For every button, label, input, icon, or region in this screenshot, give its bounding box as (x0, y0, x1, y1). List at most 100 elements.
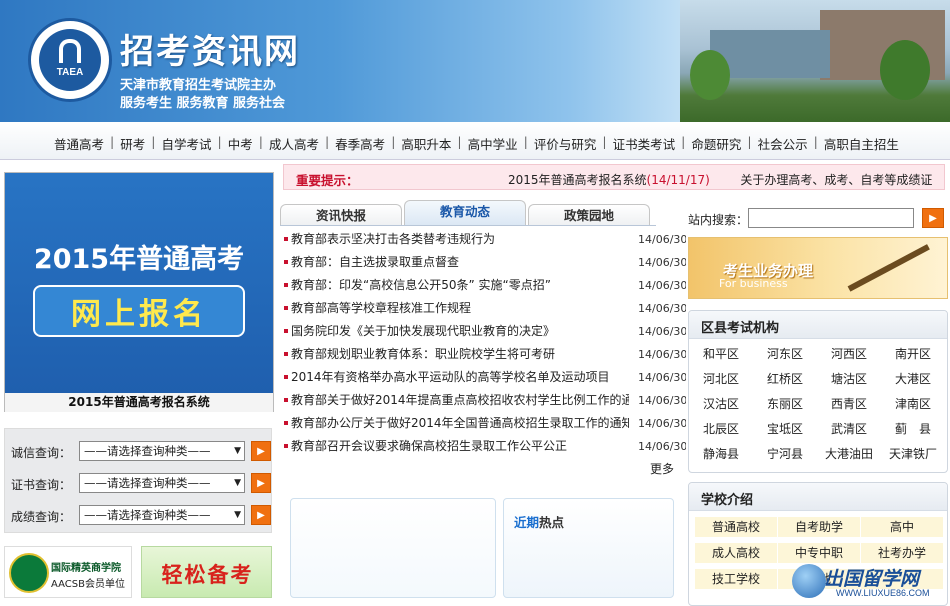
pen-icon (847, 244, 930, 292)
bullet-icon (284, 444, 288, 448)
banner-caption-link[interactable]: 2015年普通高考报名系统 (5, 393, 273, 412)
news-item[interactable]: 教育部高等学校章程核准工作规程 14/06/30 (284, 298, 686, 321)
school-type-link[interactable]: 中专中职 (778, 543, 860, 563)
notice-link[interactable]: 关于办理高考、成考、自考等成绩证 (740, 173, 932, 187)
notice-marquee[interactable]: 2015年普通高考报名系统(14/11/17) 关于办理高考、成考、自考等成绩证 (508, 171, 932, 188)
site-search-button[interactable]: ▶ (922, 208, 944, 228)
county-link[interactable]: 红桥区 (753, 370, 817, 388)
ad-school-name: 国际精英商学院 (51, 563, 121, 574)
county-link[interactable]: 大港区 (881, 370, 945, 388)
news-date: 14/06/30 (638, 417, 686, 430)
nav-item[interactable]: 普通高考 (54, 134, 104, 153)
nav-item[interactable]: 命题研究 (691, 134, 741, 153)
candidate-business-banner[interactable]: 考生业务办理 For business (688, 237, 948, 299)
nav-item[interactable]: 春季高考 (335, 134, 385, 153)
county-link[interactable]: 河东区 (753, 345, 817, 363)
site-logo[interactable]: TAEA (28, 18, 112, 102)
news-item[interactable]: 2014年有资格举办高水平运动队的高等学校名单及运动项目 14/06/30 (284, 367, 686, 390)
news-date: 14/06/30 (638, 279, 686, 292)
county-link[interactable]: 河北区 (689, 370, 753, 388)
news-title[interactable]: 教育部规划职业教育体系：职业院校学生将可考研 (291, 344, 629, 365)
news-item[interactable]: 国务院印发《关于加快发展现代职业教育的决定》 14/06/30 (284, 321, 686, 344)
county-link[interactable]: 津南区 (881, 395, 945, 413)
nav-item[interactable]: 成人高考 (269, 134, 319, 153)
nav-item[interactable]: 自学考试 (161, 134, 211, 153)
nav-item[interactable]: 社会公示 (758, 134, 808, 153)
score-query-go-button[interactable]: ▶ (251, 505, 271, 525)
county-link[interactable]: 南开区 (881, 345, 945, 363)
news-item[interactable]: 教育部召开会议要求确保高校招生录取工作公平公正 14/06/30 (284, 436, 686, 459)
bullet-icon (284, 375, 288, 379)
news-item[interactable]: 教育部表示坚决打击各类替考违规行为 14/06/30 (284, 229, 686, 252)
nav-item[interactable]: 研考 (120, 134, 145, 153)
integrity-query-go-button[interactable]: ▶ (251, 441, 271, 461)
news-title[interactable]: 教育部：自主选拔录取重点督查 (291, 252, 629, 273)
news-title[interactable]: 教育部办公厅关于做好2014年全国普通高校招生录取工作的通知 (291, 413, 629, 434)
registration-banner[interactable]: 2015年普通高考 网上报名 2015年普通高考报名系统 (4, 172, 274, 412)
news-title[interactable]: 教育部关于做好2014年提高重点高校招收农村学生比例工作的通知 (291, 390, 629, 411)
nav-separator: | (602, 134, 607, 149)
news-title[interactable]: 教育部表示坚决打击各类替考违规行为 (291, 229, 629, 250)
news-title[interactable]: 教育部：印发“高校信息公开50条” 实施“零点招” (291, 275, 629, 296)
county-link[interactable]: 天津铁厂 (881, 445, 945, 463)
tab-policy[interactable]: 政策园地 (528, 204, 650, 226)
select-value: ——请选择查询种类—— (84, 444, 211, 458)
news-tabs: 资讯快报 教育动态 政策园地 (280, 200, 656, 226)
banner-headline: 2015年普通高考 (33, 244, 245, 275)
school-type-link[interactable]: 高中 (861, 517, 943, 537)
county-link[interactable]: 武清区 (817, 420, 881, 438)
news-item[interactable]: 教育部：自主选拔录取重点督查 14/06/30 (284, 252, 686, 275)
news-item[interactable]: 教育部关于做好2014年提高重点高校招收农村学生比例工作的通知 14/06/30 (284, 390, 686, 413)
banner-image[interactable]: 2015年普通高考 网上报名 (5, 173, 273, 393)
score-query-select[interactable]: ——请选择查询种类—— ▼ (79, 505, 245, 525)
county-link[interactable]: 和平区 (689, 345, 753, 363)
easy-prep-ad[interactable]: 轻松备考 (141, 546, 272, 598)
news-item[interactable]: 教育部办公厅关于做好2014年全国普通高校招生录取工作的通知 14/06/30 (284, 413, 686, 436)
news-item[interactable]: 教育部：印发“高校信息公开50条” 实施“零点招” 14/06/30 (284, 275, 686, 298)
nav-item[interactable]: 中考 (228, 134, 253, 153)
site-search-input[interactable] (748, 208, 914, 228)
dropdown-arrow-icon: ▼ (234, 446, 241, 456)
county-link[interactable]: 宝坻区 (753, 420, 817, 438)
news-title[interactable]: 教育部召开会议要求确保高校招生录取工作公平公正 (291, 436, 629, 457)
more-link[interactable]: 更多 (650, 460, 674, 477)
county-link[interactable]: 蓟 县 (881, 420, 945, 438)
news-title[interactable]: 2014年有资格举办高水平运动队的高等学校名单及运动项目 (291, 367, 629, 388)
tab-education-news[interactable]: 教育动态 (404, 200, 526, 226)
nav-item[interactable]: 证书类考试 (613, 134, 676, 153)
bullet-icon (284, 329, 288, 333)
integrity-query-select[interactable]: ——请选择查询种类—— ▼ (79, 441, 245, 461)
county-link[interactable]: 大港油田 (817, 445, 881, 463)
county-link[interactable]: 西青区 (817, 395, 881, 413)
news-title[interactable]: 教育部高等学校章程核准工作规程 (291, 298, 629, 319)
certificate-query-select[interactable]: ——请选择查询种类—— ▼ (79, 473, 245, 493)
county-link[interactable]: 静海县 (689, 445, 753, 463)
business-school-ad[interactable]: 国际精英商学院 AACSB会员单位 (4, 546, 132, 598)
nav-item[interactable]: 评价与研究 (534, 134, 597, 153)
tab-news-flash[interactable]: 资讯快报 (280, 204, 402, 226)
county-link[interactable]: 北辰区 (689, 420, 753, 438)
county-link[interactable]: 塘沽区 (817, 370, 881, 388)
certificate-query-go-button[interactable]: ▶ (251, 473, 271, 493)
tree-icon (690, 50, 730, 100)
notice-date: (14/11/17) (646, 173, 710, 187)
notice-link[interactable]: 2015年普通高考报名系统 (508, 173, 647, 187)
watermark-url: WWW.LIUXUE86.COM (836, 588, 930, 598)
news-item[interactable]: 教育部规划职业教育体系：职业院校学生将可考研 14/06/30 (284, 344, 686, 367)
county-link[interactable]: 东丽区 (753, 395, 817, 413)
news-title[interactable]: 国务院印发《关于加快发展现代职业教育的决定》 (291, 321, 629, 342)
school-type-link[interactable]: 自考助学 (778, 517, 860, 537)
county-link[interactable]: 汉沽区 (689, 395, 753, 413)
school-type-link[interactable]: 成人高校 (695, 543, 777, 563)
nav-item[interactable]: 高职升本 (401, 134, 451, 153)
nav-separator: | (258, 134, 263, 149)
school-type-link[interactable]: 技工学校 (695, 569, 777, 589)
school-type-link[interactable]: 普通高校 (695, 517, 777, 537)
main-nav: 普通高考 | 研考 | 自学考试 | 中考 | 成人高考 | 春季高考 | 高职升本 | 高中学业 | 评价与研… (0, 122, 950, 160)
nav-item[interactable]: 高中学业 (468, 134, 518, 153)
nav-item[interactable]: 高职自主招生 (824, 134, 899, 153)
county-link[interactable]: 宁河县 (753, 445, 817, 463)
school-type-link[interactable]: 社考办学 (861, 543, 943, 563)
site-search-label: 站内搜索： (688, 213, 749, 227)
county-link[interactable]: 河西区 (817, 345, 881, 363)
